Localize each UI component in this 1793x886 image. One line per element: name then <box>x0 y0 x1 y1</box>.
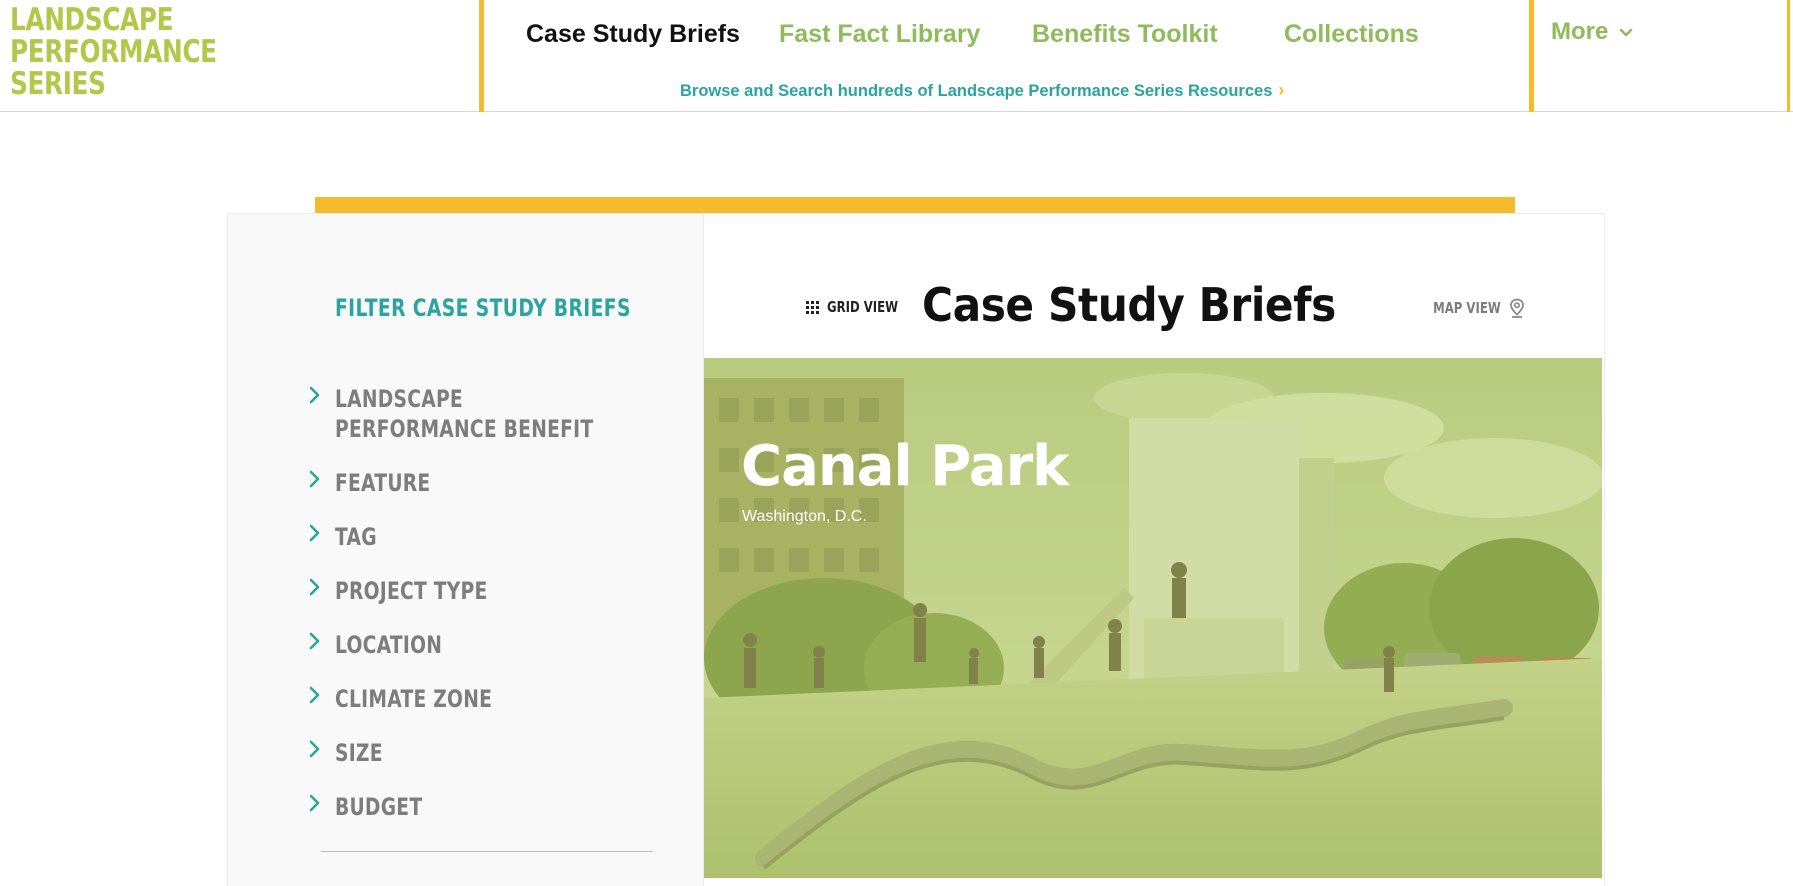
nav-benefits-toolkit[interactable]: Benefits Toolkit <box>1032 20 1218 49</box>
chevron-right-icon <box>309 686 320 704</box>
filter-size[interactable]: SIZE <box>308 738 638 768</box>
chevron-down-icon <box>1619 28 1633 36</box>
nav-case-study-briefs[interactable]: Case Study Briefs <box>526 20 740 49</box>
chevron-right-icon <box>309 632 320 650</box>
chevron-right-icon <box>309 524 320 542</box>
chevron-right-icon <box>309 386 320 404</box>
accent-strip <box>315 197 1515 213</box>
header-divider-right <box>1529 0 1534 112</box>
browse-resources-link[interactable]: Browse and Search hundreds of Landscape … <box>680 80 1284 101</box>
card-title: Canal Park <box>741 434 1069 499</box>
grid-view-toggle[interactable]: GRID VIEW <box>806 298 918 316</box>
chevron-right-icon <box>309 470 320 488</box>
filter-project-type[interactable]: PROJECT TYPE <box>308 576 638 606</box>
logo-line-3: SERIES <box>10 66 106 102</box>
filter-label: CLIMATE ZONE <box>335 685 493 713</box>
filter-landscape-performance-benefit[interactable]: LANDSCAPE PERFORMANCE BENEFIT <box>308 384 638 444</box>
chevron-right-icon <box>309 740 320 758</box>
filter-label: BUDGET <box>335 793 423 821</box>
filter-title: FILTER CASE STUDY BRIEFS <box>335 294 631 322</box>
filter-feature[interactable]: FEATURE <box>308 468 638 498</box>
nav-fast-fact-library[interactable]: Fast Fact Library <box>779 20 980 49</box>
filter-label: LANDSCAPE PERFORMANCE BENEFIT <box>335 385 594 443</box>
filter-tag[interactable]: TAG <box>308 522 638 552</box>
site-logo[interactable]: LANDSCAPE PERFORMANCE SERIES <box>10 4 250 100</box>
case-study-panel: FILTER CASE STUDY BRIEFS LANDSCAPE PERFO… <box>227 213 1605 886</box>
filter-climate-zone[interactable]: CLIMATE ZONE <box>308 684 638 714</box>
chevron-right-icon: › <box>1278 80 1285 100</box>
browse-resources-label: Browse and Search hundreds of Landscape … <box>680 82 1273 100</box>
page-title: Case Study Briefs <box>922 278 1336 332</box>
header-divider-left <box>479 0 484 112</box>
filter-label: TAG <box>335 523 377 551</box>
map-view-label: MAP VIEW <box>1433 299 1501 317</box>
filter-label: PROJECT TYPE <box>335 577 488 605</box>
more-menu-button[interactable]: More <box>1551 18 1633 46</box>
case-study-card-canal-park[interactable]: Canal Park Washington, D.C. <box>704 358 1602 878</box>
filter-sidebar: FILTER CASE STUDY BRIEFS LANDSCAPE PERFO… <box>228 214 704 886</box>
map-pin-icon <box>1509 298 1524 318</box>
logo-line-1: LANDSCAPE <box>10 2 174 38</box>
filter-list: LANDSCAPE PERFORMANCE BENEFIT FEATURE TA… <box>308 384 638 846</box>
grid-icon <box>806 300 819 314</box>
filter-label: SIZE <box>335 739 383 767</box>
filter-label: LOCATION <box>335 631 443 659</box>
header-divider-edge <box>1787 0 1790 112</box>
grid-view-label: GRID VIEW <box>827 298 899 316</box>
logo-line-2: PERFORMANCE <box>10 34 217 70</box>
sidebar-divider <box>321 851 653 852</box>
site-header: LANDSCAPE PERFORMANCE SERIES Case Study … <box>0 0 1793 112</box>
chevron-right-icon <box>309 794 320 812</box>
filter-budget[interactable]: BUDGET <box>308 792 638 822</box>
results-area: GRID VIEW Case Study Briefs MAP VIEW Can… <box>704 214 1604 886</box>
card-location: Washington, D.C. <box>742 508 867 525</box>
more-menu-label: More <box>1551 18 1609 45</box>
filter-location[interactable]: LOCATION <box>308 630 638 660</box>
map-view-toggle[interactable]: MAP VIEW <box>1414 298 1525 318</box>
nav-collections[interactable]: Collections <box>1284 20 1419 49</box>
chevron-right-icon <box>309 578 320 596</box>
filter-label: FEATURE <box>335 469 431 497</box>
